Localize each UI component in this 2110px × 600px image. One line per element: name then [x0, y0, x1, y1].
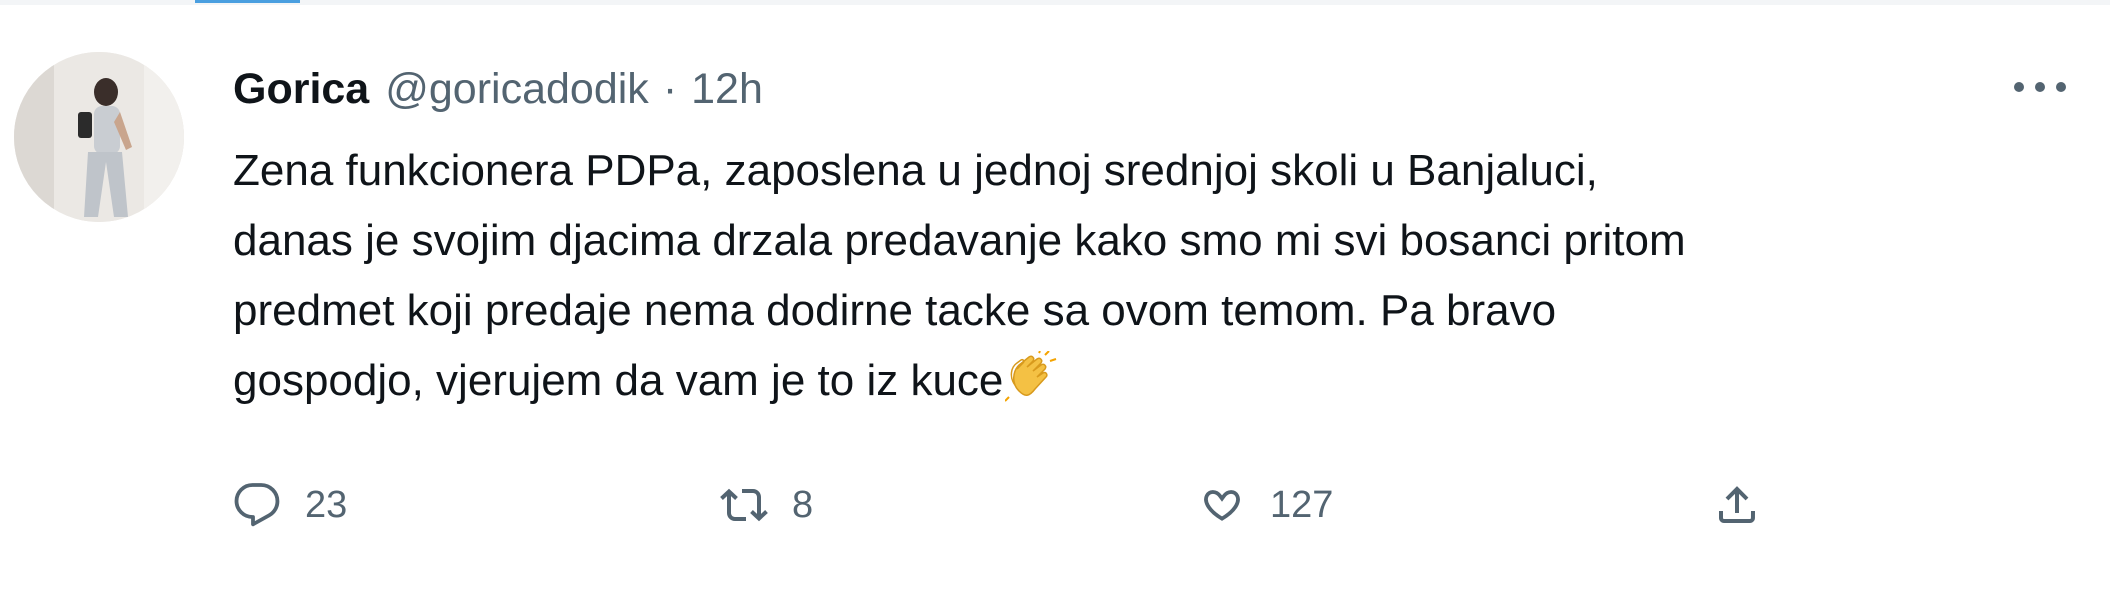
tweet-text-line: predmet koji predaje nema dodirne tacke … [233, 286, 1557, 335]
reply-icon [234, 483, 280, 527]
share-icon [1719, 486, 1755, 523]
clapping-hands-icon [1004, 350, 1057, 424]
more-options-button[interactable] [2010, 72, 2070, 102]
tweet-text-line: gospodjo, vjerujem da vam je to iz kuce [233, 346, 1933, 424]
tweet-text-line-content: gospodjo, vjerujem da vam je to iz kuce [233, 356, 1004, 405]
tweet-card[interactable]: Gorica @goricadodik · 12h Zena funkcione… [0, 0, 2110, 600]
more-horizontal-icon [2014, 82, 2066, 92]
author-display-name[interactable]: Gorica [233, 65, 369, 114]
author-handle[interactable]: @goricadodik [385, 65, 649, 114]
share-button[interactable] [1713, 475, 1761, 535]
tweet-text-line: danas je svojim djacima drzala predavanj… [233, 216, 1686, 265]
tweet-text-line: Zena funkcionera PDPa, zaposlena u jedno… [233, 146, 1598, 195]
heart-icon [1204, 490, 1240, 521]
tweet-timestamp[interactable]: 12h [691, 65, 763, 114]
like-button[interactable]: 127 [1198, 475, 1333, 535]
reply-count: 23 [305, 483, 348, 526]
like-count: 127 [1270, 483, 1334, 526]
avatar-photo [14, 52, 184, 222]
retweet-icon [720, 488, 768, 522]
tweet-text: Zena funkcionera PDPa, zaposlena u jedno… [233, 136, 1933, 424]
tweet-header: Gorica @goricadodik · 12h [233, 62, 763, 116]
header-separator: · [662, 64, 678, 113]
reply-button[interactable]: 23 [233, 475, 347, 535]
avatar[interactable] [14, 52, 184, 222]
retweet-count: 8 [792, 483, 814, 526]
retweet-button[interactable]: 8 [720, 475, 813, 535]
